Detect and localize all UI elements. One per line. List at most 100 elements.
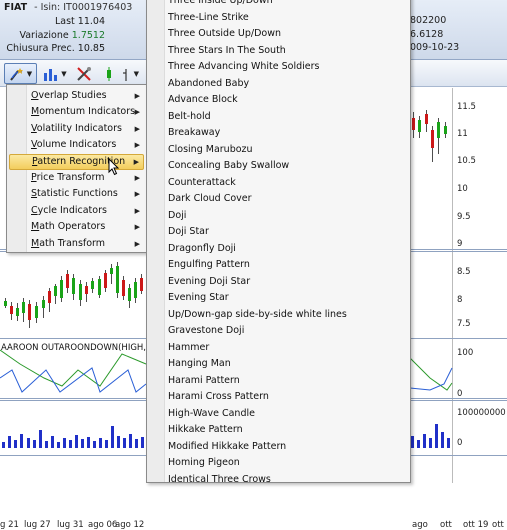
chart-candle [48, 291, 51, 303]
pattern-menu-item[interactable]: Modified Hikkake Pattern [168, 439, 286, 456]
chart-candle [412, 118, 415, 130]
pattern-menu-item[interactable]: Doji Star [168, 224, 209, 241]
pattern-menu-item[interactable]: Belt-hold [168, 109, 211, 126]
aroon-tick: 0 [457, 389, 463, 399]
submenu-arrow-icon: ▶ [134, 174, 140, 182]
chevron-down-icon: ▼ [61, 69, 67, 78]
pattern-menu-item[interactable]: Abandoned Baby [168, 76, 249, 93]
aroon-up-line [409, 357, 453, 391]
menu-item-volume-indicators[interactable]: Volume Indicators ▶ [9, 137, 144, 153]
tools-icon [77, 66, 91, 81]
chart-candle [425, 114, 428, 124]
volume-bar [117, 436, 120, 448]
pattern-menu-item[interactable]: Advance Block [168, 92, 238, 109]
bar-chart-icon [44, 68, 58, 81]
menu-item-momentum-indicators[interactable]: Momentum Indicators ▶ [9, 104, 144, 120]
volume-bar [45, 441, 48, 448]
pattern-menu-item[interactable]: Evening Star [168, 290, 229, 307]
price-tick: 8 [457, 295, 463, 305]
line-tool-button[interactable]: ▼ [118, 63, 140, 84]
menu-item-price-transform[interactable]: Price Transform ▶ [9, 170, 144, 186]
symbol-label: FIAT [4, 2, 28, 13]
volume-bar [423, 434, 426, 448]
chart-candle [128, 288, 131, 301]
menu-item-label: Momentum Indicators [31, 106, 136, 118]
pattern-menu-item[interactable]: Doji [168, 208, 186, 225]
pattern-menu-item[interactable]: Three Advancing White Soldiers [168, 59, 320, 76]
pattern-menu-item[interactable]: Dragonfly Doji [168, 241, 236, 258]
date-tick: ott [440, 520, 452, 530]
menu-item-volatility-indicators[interactable]: Volatility Indicators ▶ [9, 121, 144, 137]
submenu-arrow-icon: ▶ [133, 157, 139, 166]
pattern-menu-item[interactable]: Closing Marubozu [168, 142, 253, 159]
volume-bar [141, 437, 144, 448]
menu-item-label: Math Operators [31, 221, 106, 233]
price-tick: 11.5 [457, 102, 476, 112]
chart-type-button[interactable]: ▼ [40, 63, 70, 84]
chevron-down-icon: ▼ [133, 69, 139, 78]
pattern-menu-item[interactable]: Hikkake Pattern [168, 422, 243, 439]
volume-bar [8, 436, 11, 448]
pattern-recognition-submenu: Three Inside Up/Down Three-Line Strike Thr… [146, 0, 411, 485]
volume-bar [14, 440, 17, 448]
menu-item-math-transform[interactable]: Math Transform ▶ [9, 236, 144, 252]
chart-candle [418, 120, 421, 132]
volume-bar [441, 432, 444, 448]
pattern-menu-item[interactable]: Gravestone Doji [168, 323, 244, 340]
pattern-menu-item[interactable]: Three Stars In The South [168, 43, 286, 60]
volume-bar [411, 436, 414, 448]
isin-label: - Isin: IT0001976403 [34, 2, 133, 13]
volume-bar [99, 438, 102, 448]
menu-item-overlap-studies[interactable]: Overlap Studies ▶ [9, 88, 144, 104]
menu-item-pattern-recognition[interactable]: Pattern Recognition ▶ [9, 153, 144, 170]
volume-bar [75, 435, 78, 448]
pattern-menu-item[interactable]: Evening Doji Star [168, 274, 250, 291]
date-tick: g 21 [0, 520, 19, 530]
pattern-menu-item[interactable]: Hanging Man [168, 356, 231, 373]
pattern-menu-item[interactable]: Concealing Baby Swallow [168, 158, 289, 175]
volume-bar [129, 434, 132, 448]
volume-bar [39, 430, 42, 448]
menu-item-statistic-functions[interactable]: Statistic Functions ▶ [9, 186, 144, 202]
price-tick: 8.5 [457, 267, 471, 277]
volume-bar [57, 442, 60, 448]
chart-candle [91, 281, 94, 289]
pattern-menu-item[interactable]: Dark Cloud Cover [168, 191, 252, 208]
right-quote-value-3: 009-10-23 [410, 42, 460, 53]
menu-item-label: Statistic Functions [31, 188, 118, 200]
menu-item-cycle-indicators[interactable]: Cycle Indicators ▶ [9, 203, 144, 219]
pattern-menu-item[interactable]: Three-Line Strike [168, 10, 249, 27]
pattern-menu-item[interactable]: High-Wave Candle [168, 406, 255, 423]
pattern-menu-item[interactable]: Harami Pattern [168, 373, 240, 390]
chart-candle [116, 266, 119, 293]
pattern-menu-item[interactable]: Harami Cross Pattern [168, 389, 269, 406]
menu-item-math-operators[interactable]: Math Operators ▶ [9, 219, 144, 235]
volume-bar [69, 440, 72, 448]
pattern-menu-item[interactable]: Three Outside Up/Down [168, 26, 281, 43]
date-tick: lug 27 [24, 520, 51, 530]
chart-candle [110, 268, 113, 274]
pattern-menu-item[interactable]: Up/Down-gap side-by-side white lines [168, 307, 347, 324]
candle-type-button[interactable] [100, 63, 118, 84]
date-tick: ago 12 [115, 520, 145, 530]
indicator-wand-icon [10, 67, 23, 81]
volume-bar [2, 442, 5, 448]
pattern-menu-item[interactable]: Identical Three Crows [168, 472, 271, 489]
volume-bar [27, 438, 30, 448]
date-tick: ott 2 [492, 520, 507, 530]
tools-button[interactable] [73, 63, 95, 84]
right-quote-value-2: 6.6128 [410, 29, 444, 40]
pattern-menu-item[interactable]: Three Inside Up/Down [168, 0, 273, 10]
aroon-tick: 100 [457, 348, 474, 358]
indicator-wand-button[interactable]: ▼ [4, 63, 37, 84]
indicator-category-menu: Overlap Studies ▶ Momentum Indicators ▶ Vola… [6, 84, 147, 253]
price-tick: 9.5 [457, 212, 471, 222]
pattern-menu-item[interactable]: Breakaway [168, 125, 220, 142]
pattern-menu-item[interactable]: Engulfing Pattern [168, 257, 250, 274]
pattern-menu-item[interactable]: Homing Pigeon [168, 455, 240, 472]
pattern-menu-item[interactable]: Counterattack [168, 175, 236, 192]
pattern-menu-item[interactable]: Hammer [168, 340, 209, 357]
chart-candle [4, 301, 7, 306]
volume-bar [51, 436, 54, 448]
submenu-arrow-icon: ▶ [134, 141, 140, 150]
